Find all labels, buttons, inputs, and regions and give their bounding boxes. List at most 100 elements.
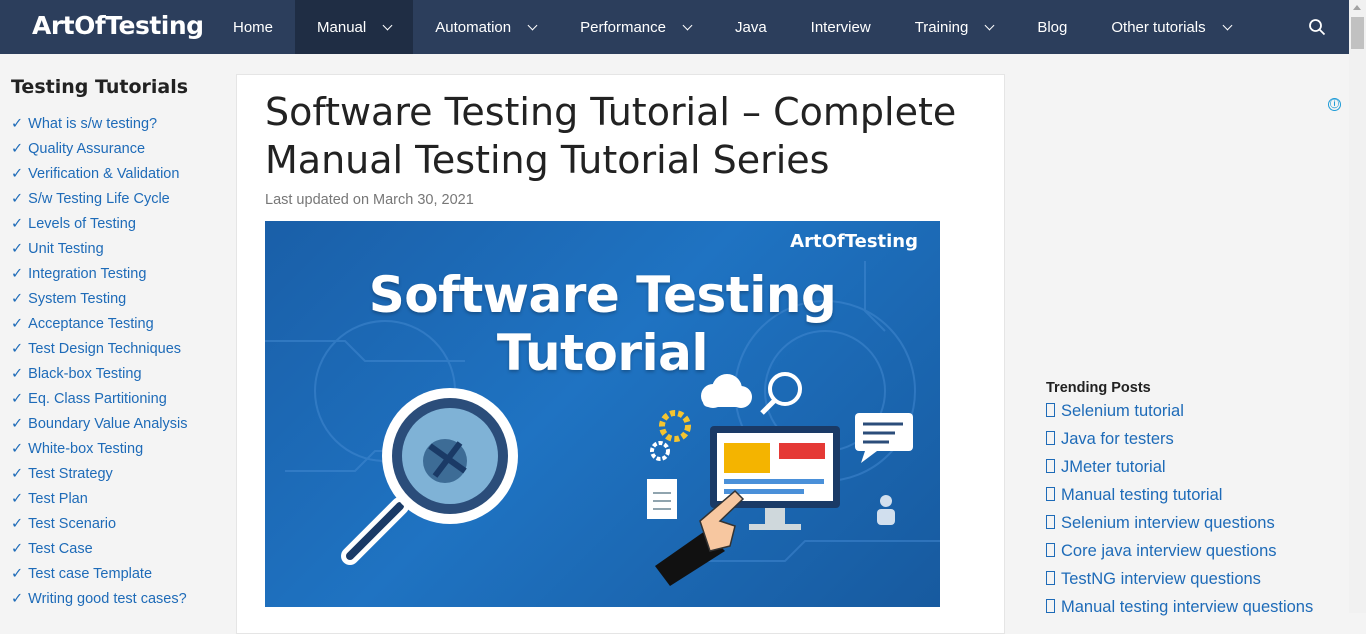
sidebar-link[interactable]: Integration Testing (28, 266, 146, 282)
nav-item-blog[interactable]: Blog (1015, 0, 1089, 54)
sidebar-link[interactable]: Test Plan (28, 491, 88, 507)
sidebar-item: ✓ Unit Testing (11, 241, 221, 266)
check-mark-icon: ✓ (11, 191, 24, 207)
person-icon (877, 495, 895, 525)
scroll-up-arrow-icon[interactable] (1353, 5, 1361, 10)
nav-item-performance[interactable]: Performance (558, 0, 713, 54)
nav-item-home[interactable]: Home (211, 0, 295, 54)
hero-image: ArtOfTesting Software Testing Tutorial (265, 221, 940, 607)
trending-link[interactable]: Manual testing interview questions (1061, 598, 1313, 616)
monitor-icon (710, 426, 840, 530)
sidebar-title: Testing Tutorials (11, 76, 189, 98)
sidebar-item: ✓ Acceptance Testing (11, 316, 221, 341)
check-mark-icon: ✓ (11, 216, 24, 232)
nav-item-label: Training (914, 18, 969, 36)
nav-item-label: Automation (435, 18, 512, 36)
sidebar-item: ✓ Test Scenario (11, 516, 221, 541)
sidebar-link[interactable]: Quality Assurance (28, 141, 145, 157)
sidebar-item: ✓ Levels of Testing (11, 216, 221, 241)
trending-posts: Trending Posts Selenium tutorial Java for… (1046, 380, 1346, 626)
sidebar-item: ✓ What is s/w testing? (11, 116, 221, 141)
check-mark-icon: ✓ (11, 291, 24, 307)
nav-item-training[interactable]: Training (893, 0, 1016, 54)
chat-bubble-icon (855, 413, 913, 463)
trending-item: Manual testing interview questions (1046, 598, 1346, 626)
trending-item: JMeter tutorial (1046, 458, 1346, 486)
sidebar-link[interactable]: Test Case (28, 541, 92, 557)
nav-item-label: Java (734, 18, 767, 36)
check-mark-icon: ✓ (11, 491, 24, 507)
gear-icon (650, 410, 691, 461)
trending-link[interactable]: Selenium interview questions (1061, 514, 1275, 532)
trending-item: Java for testers (1046, 430, 1346, 458)
article-card: Software Testing Tutorial – Complete Man… (236, 74, 1005, 634)
trending-link[interactable]: Core java interview questions (1061, 542, 1277, 560)
sidebar-link[interactable]: Eq. Class Partitioning (28, 391, 167, 407)
check-mark-icon: ✓ (11, 341, 24, 357)
sidebar-item: ✓ System Testing (11, 291, 221, 316)
trending-title: Trending Posts (1046, 380, 1151, 396)
nav-item-label: Other tutorials (1111, 18, 1206, 36)
trending-link[interactable]: Selenium tutorial (1061, 402, 1184, 420)
nav-item-interview[interactable]: Interview (789, 0, 893, 54)
site-logo[interactable]: ArtOfTesting (32, 11, 204, 40)
trending-link[interactable]: JMeter tutorial (1061, 458, 1166, 476)
nav-item-automation[interactable]: Automation (413, 0, 558, 54)
check-mark-icon: ✓ (11, 541, 24, 557)
sidebar-link[interactable]: Black-box Testing (28, 366, 141, 382)
page-scrollbar[interactable] (1349, 0, 1366, 613)
sidebar-link[interactable]: Test Design Techniques (28, 341, 181, 357)
chevron-down-icon[interactable] (984, 20, 995, 30)
nav-item-label: Interview (810, 18, 871, 36)
search-icon[interactable] (1308, 18, 1326, 36)
trending-item: Selenium tutorial (1046, 402, 1346, 430)
check-mark-icon: ✓ (11, 366, 24, 382)
check-mark-icon: ✓ (11, 466, 24, 482)
check-mark-icon: ✓ (11, 416, 24, 432)
sidebar-link[interactable]: Test case Template (28, 566, 152, 582)
sidebar-link[interactable]: Boundary Value Analysis (28, 416, 187, 432)
sidebar-link[interactable]: Verification & Validation (28, 166, 179, 182)
sidebar-item: ✓ Test case Template (11, 566, 221, 591)
trending-link[interactable]: Manual testing tutorial (1061, 486, 1222, 504)
scroll-thumb[interactable] (1351, 17, 1364, 49)
nav-item-other-tutorials[interactable]: Other tutorials (1089, 0, 1252, 54)
sidebar-link[interactable]: Levels of Testing (28, 216, 136, 232)
tutorials-sidebar: Testing Tutorials ✓ What is s/w testing? ✓… (11, 76, 221, 616)
bullet-box-icon (1046, 571, 1055, 585)
bullet-box-icon (1046, 403, 1055, 417)
sidebar-item: ✓ Black-box Testing (11, 366, 221, 391)
check-mark-icon: ✓ (11, 566, 24, 582)
bullet-box-icon (1046, 431, 1055, 445)
check-mark-icon: ✓ (11, 266, 24, 282)
trending-link[interactable]: TestNG interview questions (1061, 570, 1261, 588)
sidebar-item: ✓ Test Design Techniques (11, 341, 221, 366)
chevron-down-icon[interactable] (527, 20, 538, 30)
sidebar-link[interactable]: Writing good test cases? (28, 591, 187, 607)
sidebar-link[interactable]: Acceptance Testing (28, 316, 153, 332)
sidebar-link[interactable]: Unit Testing (28, 241, 104, 257)
sidebar-link[interactable]: White-box Testing (28, 441, 143, 457)
trending-item: TestNG interview questions (1046, 570, 1346, 598)
nav-item-label: Manual (317, 18, 367, 36)
last-updated: Last updated on March 30, 2021 (265, 192, 474, 208)
trending-item: Manual testing tutorial (1046, 486, 1346, 514)
check-mark-icon: ✓ (11, 166, 24, 182)
sidebar-link[interactable]: What is s/w testing? (28, 116, 157, 132)
sidebar-item: ✓ Integration Testing (11, 266, 221, 291)
nav-item-manual[interactable]: Manual (295, 0, 414, 54)
sidebar-link[interactable]: S/w Testing Life Cycle (28, 191, 170, 207)
sidebar-link[interactable]: Test Scenario (28, 516, 116, 532)
chevron-down-icon[interactable] (682, 20, 693, 30)
sidebar-link[interactable]: System Testing (28, 291, 126, 307)
chevron-down-icon[interactable] (1222, 20, 1233, 30)
bullet-box-icon (1046, 599, 1055, 613)
trending-link[interactable]: Java for testers (1061, 430, 1174, 448)
hero-title: Software Testing Tutorial (368, 266, 837, 382)
top-navbar: ArtOfTesting Home Manual Automation Perform… (0, 0, 1349, 54)
check-mark-icon: ✓ (11, 391, 24, 407)
sidebar-link[interactable]: Test Strategy (28, 466, 113, 482)
chevron-down-icon[interactable] (382, 20, 393, 30)
nav-item-java[interactable]: Java (713, 0, 789, 54)
ad-info-icon[interactable]: ⓘ (1328, 98, 1341, 111)
